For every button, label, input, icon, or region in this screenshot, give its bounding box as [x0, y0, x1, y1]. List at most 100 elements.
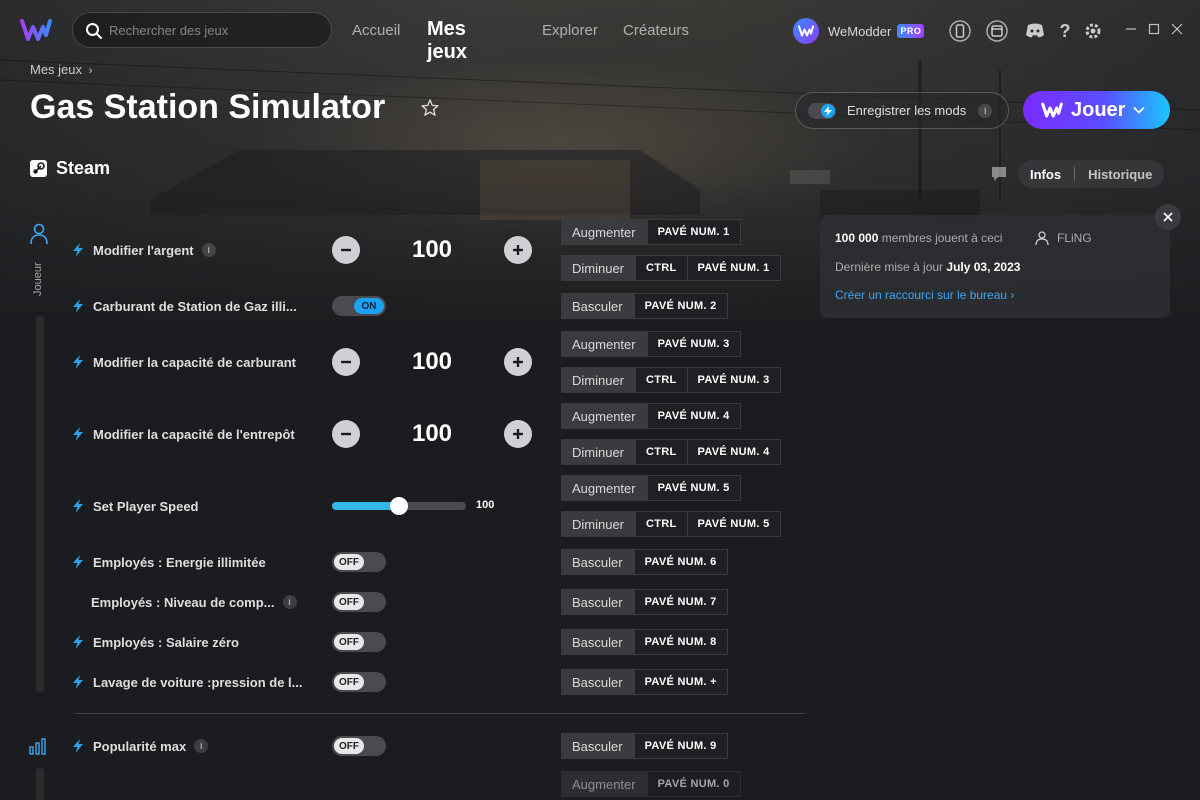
nav-home[interactable]: Accueil: [352, 22, 400, 39]
hotkey-binding[interactable]: Augmenter PAVÉ NUM. 3: [561, 331, 741, 357]
hotkey-key[interactable]: PAVÉ NUM. 4: [687, 439, 781, 465]
gear-icon[interactable]: [1081, 19, 1105, 43]
hotkey-binding[interactable]: Augmenter PAVÉ NUM. 1: [561, 219, 741, 245]
info-icon[interactable]: i: [282, 595, 297, 609]
username: WeModder: [828, 23, 892, 39]
stepper-value[interactable]: 100: [392, 420, 472, 448]
increase-button[interactable]: [504, 420, 532, 448]
mod-toggle[interactable]: OFF: [332, 632, 386, 652]
nav-creators[interactable]: Créateurs: [623, 22, 689, 39]
author[interactable]: FLiNG: [1035, 231, 1092, 245]
members-count: 100 000: [835, 231, 879, 245]
chevron-down-icon[interactable]: [1133, 106, 1146, 114]
hotkey-binding[interactable]: Diminuer CTRL PAVÉ NUM. 5: [561, 511, 781, 537]
plus-icon: [513, 357, 523, 367]
hotkey-key[interactable]: PAVÉ NUM. 5: [687, 511, 781, 537]
user-menu[interactable]: WeModder PRO: [793, 18, 925, 44]
increase-button[interactable]: [504, 236, 532, 264]
breadcrumb[interactable]: Mes jeux ›: [30, 62, 92, 77]
hotkey-binding[interactable]: Diminuer CTRL PAVÉ NUM. 3: [561, 367, 781, 393]
hotkey-binding[interactable]: Augmenter PAVÉ NUM. 5: [561, 475, 741, 501]
hotkey-binding[interactable]: Basculer PAVÉ NUM. 2: [561, 293, 728, 319]
hotkey-binding[interactable]: Basculer PAVÉ NUM. 8: [561, 629, 728, 655]
hotkey-binding[interactable]: Augmenter PAVÉ NUM. 4: [561, 403, 741, 429]
maximize-icon[interactable]: [1147, 22, 1161, 36]
hotkey-key[interactable]: PAVÉ NUM. 3: [687, 367, 781, 393]
mod-toggle[interactable]: OFF: [332, 736, 386, 756]
info-icon[interactable]: i: [194, 739, 209, 753]
hotkey-key[interactable]: PAVÉ NUM. 1: [687, 255, 781, 281]
hotkey-key[interactable]: PAVÉ NUM. 1: [646, 219, 741, 245]
hotkey-binding[interactable]: Diminuer CTRL PAVÉ NUM. 1: [561, 255, 781, 281]
hotkey-key[interactable]: CTRL: [635, 511, 688, 537]
hotkey-key[interactable]: PAVÉ NUM. 0: [646, 771, 741, 797]
speed-slider[interactable]: [332, 497, 466, 515]
hotkey-binding[interactable]: Basculer PAVÉ NUM. 6: [561, 549, 728, 575]
phone-icon[interactable]: [948, 19, 972, 43]
mod-toggle[interactable]: OFF: [332, 552, 386, 572]
toggle-state: OFF: [334, 674, 364, 690]
rail-scroll-track-2[interactable]: [36, 768, 44, 800]
overlay-icon[interactable]: [985, 19, 1009, 43]
close-panel-button[interactable]: [1155, 204, 1181, 230]
nav-my-games[interactable]: Mes jeux: [427, 18, 467, 64]
nav-explore[interactable]: Explorer: [542, 22, 598, 39]
help-icon[interactable]: ?: [1053, 19, 1077, 43]
wemod-logo-icon[interactable]: [20, 18, 52, 42]
decrease-button[interactable]: [332, 236, 360, 264]
hotkey-key[interactable]: PAVÉ NUM. 9: [633, 733, 728, 759]
hotkey-key[interactable]: PAVÉ NUM. 6: [633, 549, 728, 575]
hotkey-key[interactable]: CTRL: [635, 439, 688, 465]
slider-thumb[interactable]: [390, 497, 408, 515]
platform-label: Steam: [30, 158, 110, 179]
hotkey-key[interactable]: CTRL: [635, 367, 688, 393]
rail-label-player[interactable]: Joueur: [32, 262, 44, 296]
hotkey-binding[interactable]: Basculer PAVÉ NUM. 9: [561, 733, 728, 759]
save-mods-switch[interactable]: [808, 102, 836, 119]
hotkey-binding[interactable]: Augmenter PAVÉ NUM. 0: [561, 771, 741, 797]
player-icon[interactable]: [29, 223, 49, 245]
info-icon[interactable]: i: [201, 243, 216, 257]
hotkey-action: Basculer: [561, 733, 634, 759]
decrease-button[interactable]: [332, 348, 360, 376]
play-button[interactable]: Jouer: [1023, 91, 1170, 129]
hotkey-binding[interactable]: Diminuer CTRL PAVÉ NUM. 4: [561, 439, 781, 465]
wemod-avatar-icon: [798, 25, 814, 37]
mod-toggle[interactable]: ON: [332, 296, 386, 316]
mod-row: Modifier la capacité de carburant: [72, 350, 296, 374]
hotkey-key[interactable]: PAVÉ NUM. +: [633, 669, 728, 695]
discord-icon[interactable]: [1023, 19, 1047, 43]
mod-toggle[interactable]: OFF: [332, 672, 386, 692]
stepper-value[interactable]: 100: [392, 348, 472, 376]
mod-toggle[interactable]: OFF: [332, 592, 386, 612]
search-input[interactable]: [109, 13, 319, 47]
info-icon[interactable]: i: [978, 103, 993, 118]
lightning-icon: [72, 299, 84, 313]
hotkey-key[interactable]: CTRL: [635, 255, 688, 281]
stepper-value[interactable]: 100: [392, 236, 472, 264]
hotkey-key[interactable]: PAVÉ NUM. 4: [646, 403, 741, 429]
hotkey-key[interactable]: PAVÉ NUM. 7: [633, 589, 728, 615]
comment-icon[interactable]: [990, 165, 1008, 183]
search-box[interactable]: [72, 12, 332, 48]
shortcut-link[interactable]: Créer un raccourci sur le bureau ›: [835, 288, 1014, 302]
info-tabs: Infos Historique: [990, 160, 1165, 188]
hotkey-key[interactable]: PAVÉ NUM. 2: [633, 293, 728, 319]
hotkey-key[interactable]: PAVÉ NUM. 8: [633, 629, 728, 655]
hotkey-binding[interactable]: Basculer PAVÉ NUM. 7: [561, 589, 728, 615]
save-mods-toggle[interactable]: Enregistrer les mods i: [795, 92, 1009, 129]
stats-icon[interactable]: [29, 737, 47, 755]
hotkey-key[interactable]: PAVÉ NUM. 5: [646, 475, 741, 501]
hotkey-binding[interactable]: Basculer PAVÉ NUM. +: [561, 669, 728, 695]
decrease-button[interactable]: [332, 420, 360, 448]
page-title: Gas Station Simulator: [30, 88, 386, 126]
hotkey-key[interactable]: PAVÉ NUM. 3: [646, 331, 741, 357]
close-window-icon[interactable]: [1170, 22, 1184, 36]
rail-scroll-track[interactable]: [36, 316, 44, 692]
increase-button[interactable]: [504, 348, 532, 376]
minimize-icon[interactable]: [1124, 22, 1138, 36]
tab-history[interactable]: Historique: [1088, 167, 1152, 182]
tab-info[interactable]: Infos: [1030, 167, 1061, 182]
breadcrumb-link[interactable]: Mes jeux: [30, 62, 82, 77]
star-icon[interactable]: [420, 98, 440, 118]
